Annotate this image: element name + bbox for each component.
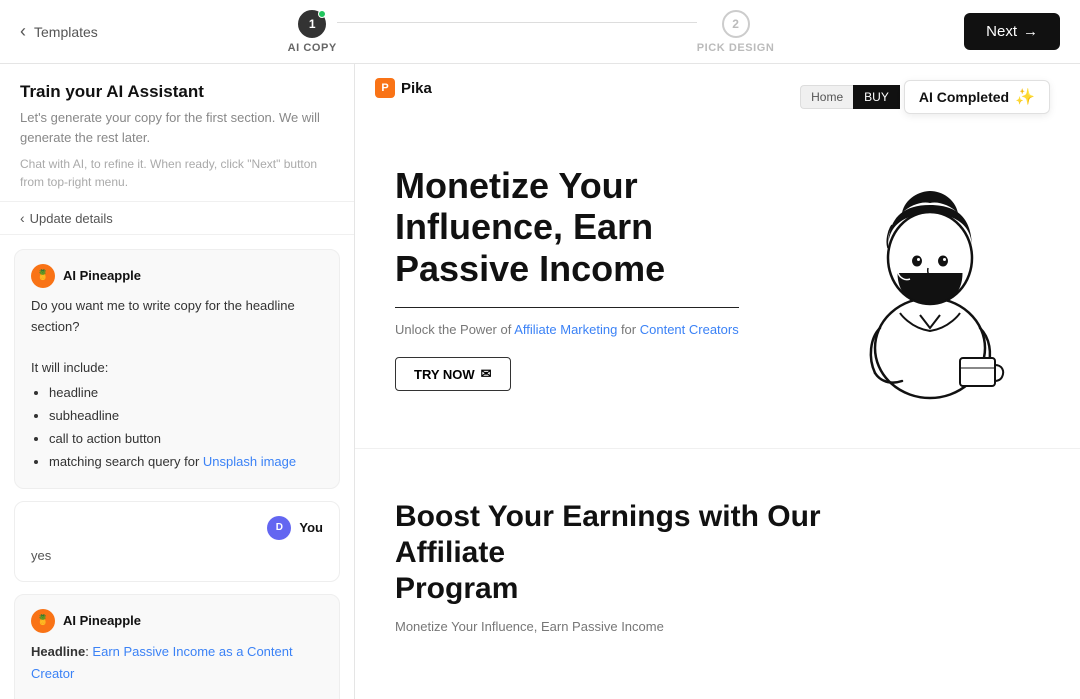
- nav-buy-button[interactable]: BUY: [853, 85, 900, 109]
- hero-heading: Monetize YourInfluence, EarnPassive Inco…: [395, 165, 739, 289]
- hero-subheadline: Unlock the Power of Affiliate Marketing …: [395, 322, 739, 337]
- user-message-1: D You yes: [14, 501, 340, 582]
- back-to-templates[interactable]: ‹ Templates: [20, 21, 98, 42]
- ai-message-body-2: Headline: Earn Passive Income as a Conte…: [31, 641, 323, 699]
- hero-section: Monetize YourInfluence, EarnPassive Inco…: [355, 98, 1080, 449]
- unsplash-link[interactable]: Unsplash image: [203, 454, 296, 469]
- ai-avatar-1: 🍍: [31, 264, 55, 288]
- nav-links: Home BUY: [800, 85, 900, 109]
- bullet-cta: call to action button: [49, 429, 323, 450]
- second-heading: Boost Your Earnings with Our AffiliatePr…: [395, 499, 895, 607]
- hero-text-block: Monetize YourInfluence, EarnPassive Inco…: [395, 165, 739, 391]
- second-section: Boost Your Earnings with Our AffiliatePr…: [355, 449, 1080, 674]
- second-subheadline: Monetize Your Influence, Earn Passive In…: [395, 619, 1040, 634]
- sidebar-description: Let's generate your copy for the first s…: [20, 108, 334, 147]
- update-details-label: Update details: [30, 211, 113, 226]
- preview-panel: P Pika Home BUY AI Completed ✨ Monetize: [355, 64, 1080, 699]
- stepper: 1 AI COPY 2 PICK DESIGN: [98, 10, 964, 54]
- sidebar-hint: Chat with AI, to refine it. When ready, …: [20, 155, 334, 191]
- ai-bubble-header-2: 🍍 AI Pineapple: [31, 609, 323, 633]
- try-now-button[interactable]: TRY NOW ✉: [395, 357, 511, 391]
- step2-label: PICK DESIGN: [697, 42, 775, 54]
- step1-green-dot: [318, 10, 326, 18]
- user-bubble-header: D You: [31, 516, 323, 540]
- next-arrow-icon: →: [1023, 23, 1038, 40]
- step1-circle: 1: [298, 10, 326, 38]
- creators-link-text: Content Creators: [640, 322, 739, 337]
- ai-avatar-2: 🍍: [31, 609, 55, 633]
- headline-label: Headline: [31, 644, 85, 659]
- next-label: Next: [986, 23, 1017, 40]
- bullet-image-query: matching search query for Unsplash image: [49, 452, 323, 473]
- bullet-subheadline: subheadline: [49, 406, 323, 427]
- ai-sender-name-2: AI Pineapple: [63, 611, 141, 632]
- step2-circle: 2: [722, 10, 750, 38]
- sparkle-icon: ✨: [1015, 87, 1035, 107]
- chevron-left-small-icon: ‹: [20, 210, 25, 226]
- ai-badge-label: AI Completed: [919, 89, 1009, 105]
- pika-logo-icon: P: [375, 78, 395, 98]
- bullet-headline: headline: [49, 383, 323, 404]
- ai-message-2: 🍍 AI Pineapple Headline: Earn Passive In…: [14, 594, 340, 699]
- try-now-label: TRY NOW: [414, 367, 475, 382]
- ai-message-body-1: Do you want me to write copy for the hea…: [31, 296, 323, 472]
- step1-label: AI COPY: [288, 42, 337, 54]
- sidebar-header: Train your AI Assistant Let's generate y…: [0, 64, 354, 201]
- user-avatar: D: [267, 516, 291, 540]
- user-message-text: yes: [31, 546, 323, 567]
- step-connector: [337, 22, 697, 23]
- app-header: ‹ Templates 1 AI COPY 2 PICK DESIGN Next…: [0, 0, 1080, 64]
- step-pick-design: 2 PICK DESIGN: [697, 10, 775, 54]
- preview-content: P Pika Home BUY AI Completed ✨ Monetize: [355, 64, 1080, 699]
- update-details-toggle[interactable]: ‹ Update details: [0, 201, 354, 235]
- sidebar: Train your AI Assistant Let's generate y…: [0, 64, 355, 699]
- ai-message-1: 🍍 AI Pineapple Do you want me to write c…: [14, 249, 340, 489]
- ai-bubble-header-1: 🍍 AI Pineapple: [31, 264, 323, 288]
- ai-completed-badge: AI Completed ✨: [904, 80, 1050, 114]
- brand-name: Pika: [401, 80, 432, 97]
- ai-bullet-list: headline subheadline call to action butt…: [31, 383, 323, 472]
- ai-completed-area: Home BUY AI Completed ✨: [800, 80, 1050, 114]
- templates-link-label: Templates: [34, 24, 98, 40]
- nav-home-link[interactable]: Home: [800, 85, 853, 109]
- sidebar-title: Train your AI Assistant: [20, 82, 334, 102]
- main-layout: Train your AI Assistant Let's generate y…: [0, 64, 1080, 699]
- user-sender-name: You: [299, 518, 323, 539]
- next-button[interactable]: Next →: [964, 13, 1060, 50]
- affiliate-link-text: Affiliate Marketing: [514, 322, 617, 337]
- chevron-left-icon: ‹: [20, 21, 26, 42]
- email-icon: ✉: [481, 366, 492, 382]
- ai-sender-name-1: AI Pineapple: [63, 266, 141, 287]
- chat-scroll-area: 🍍 AI Pineapple Do you want me to write c…: [0, 235, 354, 699]
- person-svg: [830, 153, 1030, 403]
- step-ai-copy: 1 AI COPY: [288, 10, 337, 54]
- hero-illustration: [820, 148, 1040, 408]
- hero-divider: [395, 307, 739, 308]
